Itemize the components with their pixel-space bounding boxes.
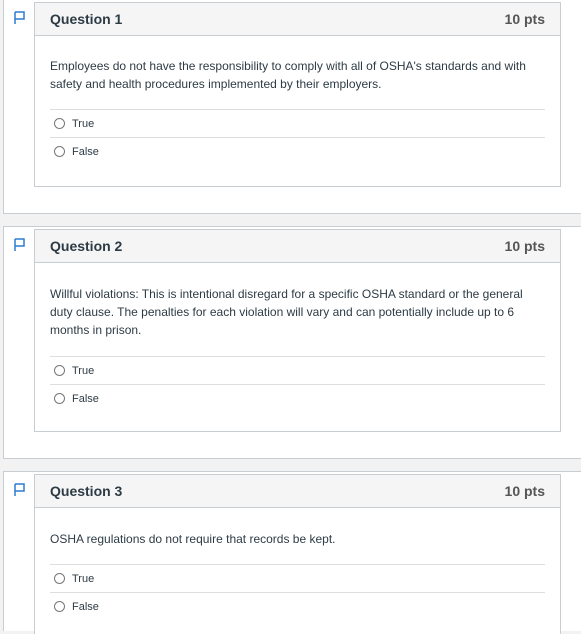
question-header: Question 1 10 pts: [35, 3, 560, 36]
answer-list: True False: [50, 109, 545, 165]
question-card-3: Question 3 10 pts OSHA regulations do no…: [34, 474, 561, 634]
flag-question-icon[interactable]: [13, 483, 27, 497]
answer-label: True: [72, 572, 95, 585]
question-container-2: Question 2 10 pts Willful violations: Th…: [3, 226, 581, 459]
question-title: Question 2: [50, 238, 123, 254]
radio-button-icon[interactable]: [54, 118, 65, 129]
answer-list: True False: [50, 356, 545, 412]
answer-option-true[interactable]: True: [50, 109, 545, 137]
question-card-2: Question 2 10 pts Willful violations: Th…: [34, 229, 561, 432]
flag-question-icon[interactable]: [13, 238, 27, 252]
question-points: 10 pts: [504, 238, 545, 254]
question-title: Question 3: [50, 483, 123, 499]
radio-button-icon[interactable]: [54, 365, 65, 376]
question-points: 10 pts: [504, 11, 545, 27]
answer-label: False: [72, 145, 99, 158]
answer-option-false[interactable]: False: [50, 137, 545, 165]
answer-label: True: [72, 117, 95, 130]
answer-list: True False: [50, 564, 545, 620]
answer-option-false[interactable]: False: [50, 384, 545, 412]
question-text: OSHA regulations do not require that rec…: [50, 532, 336, 546]
question-title: Question 1: [50, 11, 123, 27]
answer-label: False: [72, 600, 99, 613]
flag-question-icon[interactable]: [13, 11, 27, 25]
radio-button-icon[interactable]: [54, 146, 65, 157]
radio-button-icon[interactable]: [54, 601, 65, 612]
question-header: Question 2 10 pts: [35, 230, 560, 263]
answer-option-true[interactable]: True: [50, 564, 545, 592]
answer-option-false[interactable]: False: [50, 592, 545, 620]
question-header: Question 3 10 pts: [35, 475, 560, 508]
question-card-1: Question 1 10 pts Employees do not have …: [34, 2, 561, 187]
radio-button-icon[interactable]: [54, 573, 65, 584]
question-points: 10 pts: [504, 483, 545, 499]
answer-label: True: [72, 364, 95, 377]
question-text: Employees do not have the responsibility…: [50, 59, 526, 91]
question-text: Willful violations: This is intentional …: [50, 287, 523, 337]
answer-option-true[interactable]: True: [50, 356, 545, 384]
question-container-3: Question 3 10 pts OSHA regulations do no…: [3, 471, 581, 634]
radio-button-icon[interactable]: [54, 393, 65, 404]
answer-label: False: [72, 392, 99, 405]
question-container-1: Question 1 10 pts Employees do not have …: [3, 0, 581, 214]
